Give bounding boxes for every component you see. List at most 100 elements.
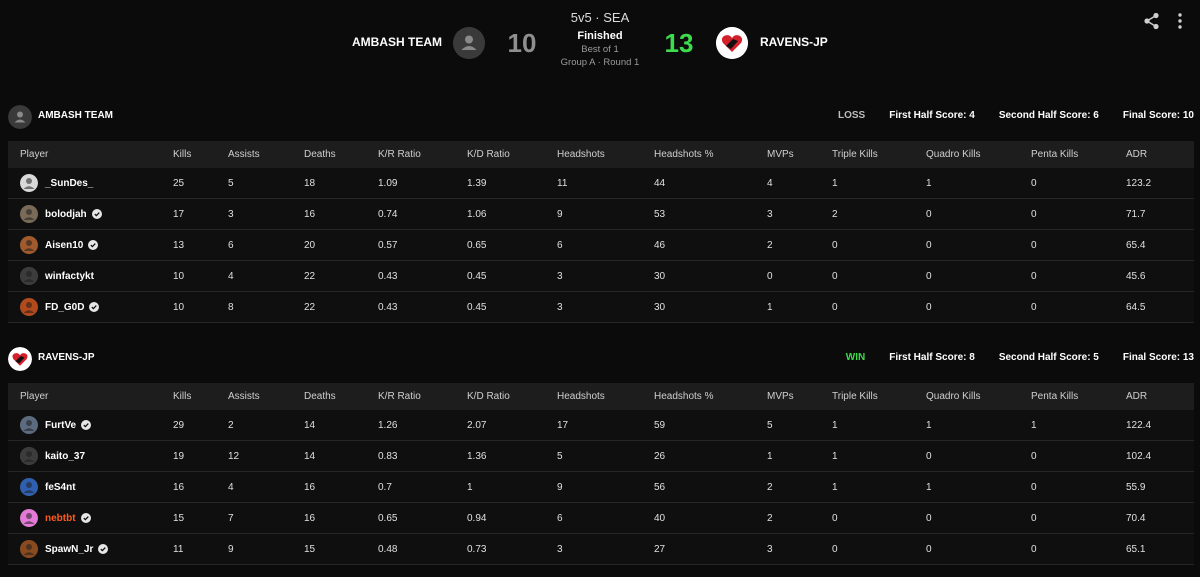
column-header-deaths[interactable]: Deaths xyxy=(304,383,378,410)
player-cell[interactable]: kaito_37 xyxy=(8,440,173,472)
player-link[interactable]: FurtVe xyxy=(20,416,173,434)
second-half-score: Second Half Score: 5 xyxy=(998,352,1099,363)
table-row: bolodjah 17 3 16 0.74 1.06 9 53 3 2 0 0 71.7 xyxy=(8,198,1194,230)
player-cell[interactable]: FD_G0D xyxy=(8,291,173,323)
player-link[interactable]: nebtbt xyxy=(20,509,173,527)
column-header-kills[interactable]: Kills xyxy=(173,383,228,410)
stat-kills: 25 xyxy=(173,168,228,199)
stat-quadro-kills: 1 xyxy=(926,168,1031,199)
team-score-summary: LOSS First Half Score: 4 Second Half Sco… xyxy=(838,110,1194,121)
player-cell[interactable]: _SunDes_ xyxy=(8,168,173,199)
column-header-quadro-kills[interactable]: Quadro Kills xyxy=(926,141,1031,168)
stat-quadro-kills: 0 xyxy=(926,229,1031,261)
stat-deaths: 22 xyxy=(304,291,378,323)
player-name[interactable]: SpawN_Jr xyxy=(45,544,93,555)
team1-score: 10 xyxy=(507,28,537,58)
column-header-adr[interactable]: ADR xyxy=(1126,383,1194,410)
player-name[interactable]: Aisen10 xyxy=(45,240,83,251)
avatar xyxy=(20,416,38,434)
stat-quadro-kills: 0 xyxy=(926,198,1031,230)
stat-kd-ratio: 0.73 xyxy=(467,533,557,565)
player-link[interactable]: feS4nt xyxy=(20,478,173,496)
player-name[interactable]: feS4nt xyxy=(45,482,76,493)
team-logo[interactable] xyxy=(8,347,32,371)
team-name[interactable]: AMBASH TEAM xyxy=(38,110,113,121)
column-header-headshots[interactable]: Headshots xyxy=(557,141,654,168)
column-header-assists[interactable]: Assists xyxy=(228,383,304,410)
column-header-adr[interactable]: ADR xyxy=(1126,141,1194,168)
table-row: kaito_37 19 12 14 0.83 1.36 5 26 1 1 0 0 102.4 xyxy=(8,440,1194,472)
team2-name[interactable]: RAVENS-JP xyxy=(760,35,828,49)
stat-deaths: 16 xyxy=(304,502,378,534)
stat-deaths: 16 xyxy=(304,471,378,503)
column-header-quadro-kills[interactable]: Quadro Kills xyxy=(926,383,1031,410)
player-link[interactable]: _SunDes_ xyxy=(20,174,173,192)
column-header-mvps[interactable]: MVPs xyxy=(767,141,832,168)
verified-badge-icon xyxy=(98,544,109,554)
player-cell[interactable]: bolodjah xyxy=(8,198,173,230)
player-cell[interactable]: FurtVe xyxy=(8,410,173,441)
more-options-button[interactable] xyxy=(1172,11,1188,31)
column-header-player[interactable]: Player xyxy=(8,141,173,168)
stat-deaths: 15 xyxy=(304,533,378,565)
player-link[interactable]: FD_G0D xyxy=(20,298,173,316)
column-header-assists[interactable]: Assists xyxy=(228,141,304,168)
player-link[interactable]: winfactykt xyxy=(20,267,173,285)
column-header-headshots[interactable]: Headshots xyxy=(557,383,654,410)
share-button[interactable] xyxy=(1142,11,1162,31)
more-vertical-icon xyxy=(1178,13,1182,29)
stat-penta-kills: 0 xyxy=(1031,168,1126,199)
player-name[interactable]: kaito_37 xyxy=(45,451,85,462)
stat-mvps: 3 xyxy=(767,533,832,565)
team-logo[interactable] xyxy=(8,105,32,129)
column-header-headshots-pct[interactable]: Headshots % xyxy=(654,383,767,410)
column-header-kr-ratio[interactable]: K/R Ratio xyxy=(378,141,467,168)
player-link[interactable]: SpawN_Jr xyxy=(20,540,173,558)
heart-crest-icon xyxy=(8,347,32,371)
stat-kills: 29 xyxy=(173,410,228,441)
player-name[interactable]: nebtbt xyxy=(45,513,76,524)
column-header-kd-ratio[interactable]: K/D Ratio xyxy=(467,383,557,410)
player-name[interactable]: bolodjah xyxy=(45,209,87,220)
stat-assists: 3 xyxy=(228,198,304,230)
player-cell[interactable]: feS4nt xyxy=(8,471,173,503)
column-header-triple-kills[interactable]: Triple Kills xyxy=(832,141,926,168)
column-header-headshots-pct[interactable]: Headshots % xyxy=(654,141,767,168)
player-link[interactable]: kaito_37 xyxy=(20,447,173,465)
player-cell[interactable]: Aisen10 xyxy=(8,229,173,261)
stat-adr: 64.5 xyxy=(1126,291,1194,323)
team1-name[interactable]: AMBASH TEAM xyxy=(352,35,442,49)
column-header-kd-ratio[interactable]: K/D Ratio xyxy=(467,141,557,168)
player-name[interactable]: FD_G0D xyxy=(45,302,84,313)
column-header-triple-kills[interactable]: Triple Kills xyxy=(832,383,926,410)
player-name[interactable]: _SunDes_ xyxy=(45,178,93,189)
column-header-mvps[interactable]: MVPs xyxy=(767,383,832,410)
player-link[interactable]: bolodjah xyxy=(20,205,173,223)
player-name[interactable]: winfactykt xyxy=(45,271,94,282)
stat-headshots: 3 xyxy=(557,533,654,565)
player-name[interactable]: FurtVe xyxy=(45,420,76,431)
player-cell[interactable]: SpawN_Jr xyxy=(8,533,173,565)
team-name[interactable]: RAVENS-JP xyxy=(38,352,95,363)
player-avatar-icon xyxy=(20,267,38,285)
player-link[interactable]: Aisen10 xyxy=(20,236,173,254)
team-summary-bar: RAVENS-JP WIN First Half Score: 8 Second… xyxy=(8,346,1194,372)
stat-kd-ratio: 0.65 xyxy=(467,229,557,261)
column-header-kr-ratio[interactable]: K/R Ratio xyxy=(378,383,467,410)
stat-penta-kills: 0 xyxy=(1031,229,1126,261)
column-header-kills[interactable]: Kills xyxy=(173,141,228,168)
column-header-player[interactable]: Player xyxy=(8,383,173,410)
player-cell[interactable]: winfactykt xyxy=(8,260,173,292)
avatar xyxy=(20,236,38,254)
stat-kd-ratio: 1.36 xyxy=(467,440,557,472)
stat-kills: 19 xyxy=(173,440,228,472)
column-header-deaths[interactable]: Deaths xyxy=(304,141,378,168)
column-header-penta-kills[interactable]: Penta Kills xyxy=(1031,141,1126,168)
stat-headshots: 9 xyxy=(557,198,654,230)
column-header-penta-kills[interactable]: Penta Kills xyxy=(1031,383,1126,410)
team2-logo[interactable] xyxy=(716,27,748,59)
team1-logo[interactable] xyxy=(453,27,485,59)
player-cell[interactable]: nebtbt xyxy=(8,502,173,534)
table-row: FD_G0D 10 8 22 0.43 0.45 3 30 1 0 0 0 64.5 xyxy=(8,291,1194,323)
team-summary-bar: AMBASH TEAM LOSS First Half Score: 4 Sec… xyxy=(8,104,1194,130)
